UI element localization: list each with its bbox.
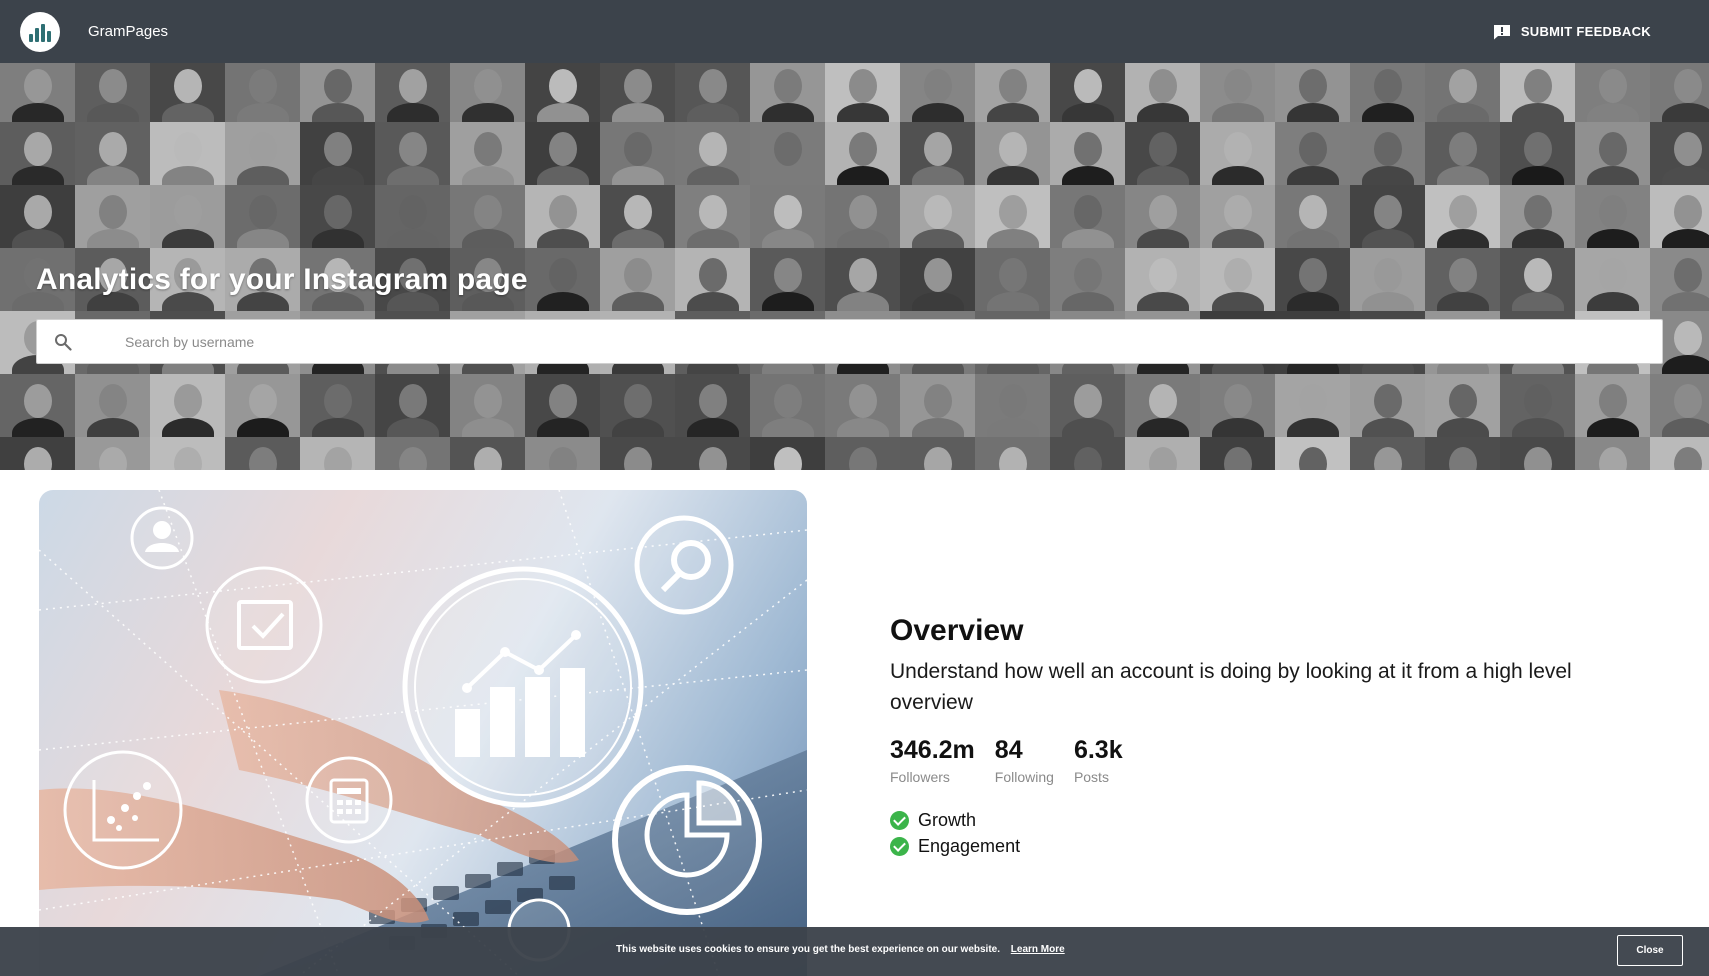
- feature-list: Growth Engagement: [890, 807, 1650, 859]
- stat-value: 6.3k: [1073, 736, 1123, 764]
- grampages-logo-icon[interactable]: [20, 12, 60, 52]
- feature-label: Growth: [918, 809, 977, 830]
- feature-item-engagement: Engagement: [890, 833, 1650, 859]
- stat-label: Following: [994, 769, 1054, 785]
- overview-description: Understand how well an account is doing …: [890, 660, 1572, 714]
- stat-value: 84: [994, 736, 1023, 764]
- check-circle-icon: [890, 810, 909, 830]
- username-search-input[interactable]: [125, 320, 1625, 363]
- overview-section: Overview Understand how well an account …: [890, 614, 1650, 859]
- stat-label: Posts: [1073, 769, 1109, 785]
- cookie-message: This website uses cookies to ensure you …: [616, 927, 1065, 973]
- feature-item-growth: Growth: [890, 807, 1650, 833]
- feedback-icon: [1493, 24, 1510, 39]
- stat-following: 84 Following: [995, 736, 1054, 785]
- search-icon[interactable]: [54, 333, 72, 351]
- hero-title: Analytics for your Instagram page: [36, 263, 528, 296]
- learn-more-link[interactable]: Learn More: [1011, 944, 1065, 955]
- cookie-text: This website uses cookies to ensure you …: [616, 944, 1000, 955]
- check-circle-icon: [890, 836, 909, 856]
- stats-row: 346.2m Followers 84 Following 6.3k Posts: [890, 736, 1650, 785]
- submit-feedback-label: SUBMIT FEEDBACK: [1520, 24, 1651, 39]
- submit-feedback-button[interactable]: SUBMIT FEEDBACK: [1493, 0, 1651, 63]
- stat-followers: 346.2m Followers: [890, 736, 975, 785]
- stat-label: Followers: [890, 769, 950, 785]
- feature-label: Engagement: [918, 835, 1021, 856]
- search-bar[interactable]: [36, 319, 1663, 364]
- top-app-bar: GramPages SUBMIT FEEDBACK: [0, 0, 1709, 63]
- stat-posts: 6.3k Posts: [1074, 736, 1123, 785]
- cookie-consent-bar: This website uses cookies to ensure you …: [0, 927, 1709, 976]
- stat-value: 346.2m: [890, 736, 975, 764]
- brand-name[interactable]: GramPages: [88, 0, 168, 63]
- analytics-illustration-art: [39, 490, 807, 976]
- analytics-illustration: [39, 490, 807, 976]
- overview-title: Overview: [890, 614, 1024, 647]
- hero-banner: Analytics for your Instagram page: [0, 63, 1709, 470]
- cookie-close-button[interactable]: Close: [1617, 935, 1683, 966]
